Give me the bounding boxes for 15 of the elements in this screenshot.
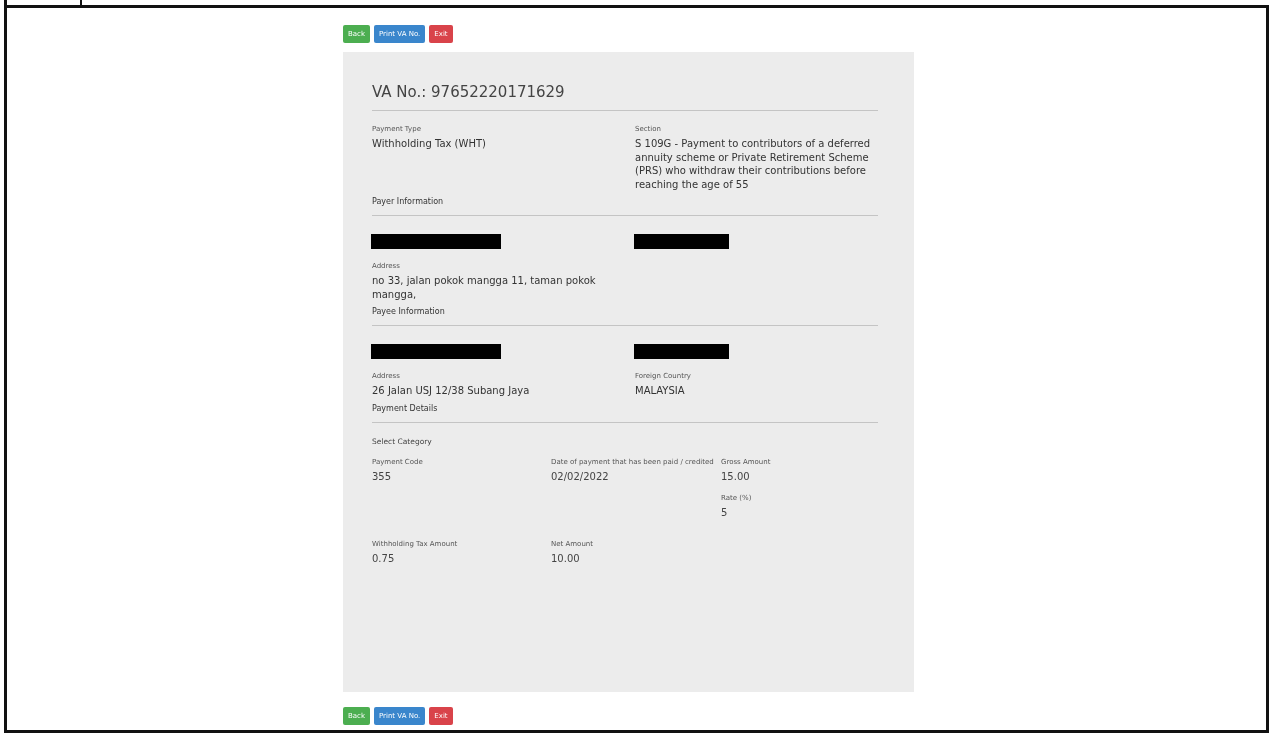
field-value: no 33, jalan pokok mangga 11, taman pokok mangga, [372, 274, 597, 302]
section-heading: Payer Information [372, 197, 445, 207]
field-value: 355 [372, 470, 393, 482]
field-value: Withholding Tax (WHT) [372, 137, 487, 151]
field-value: 5 [721, 506, 729, 518]
section-heading: Payment Details [372, 403, 439, 413]
field-value: 0.75 [372, 552, 396, 564]
field-value: MALAYSIA [635, 384, 686, 398]
field-value: 10.00 [551, 552, 581, 564]
va-number-title: VA No.: 97652220171629 [372, 83, 566, 101]
field-value: 15.00 [721, 470, 751, 482]
field-value: 26 Jalan USJ 12/38 Subang Jaya [372, 384, 531, 398]
field-value: 02/02/2022 [551, 470, 610, 482]
field-value: S 109G - Payment to contributors of a deferred annuity scheme or Private Retirement Scheme (PRS) who withdraw their contributions before reaching the age of 55 [635, 137, 872, 192]
section-heading: Payee Information [372, 307, 446, 317]
